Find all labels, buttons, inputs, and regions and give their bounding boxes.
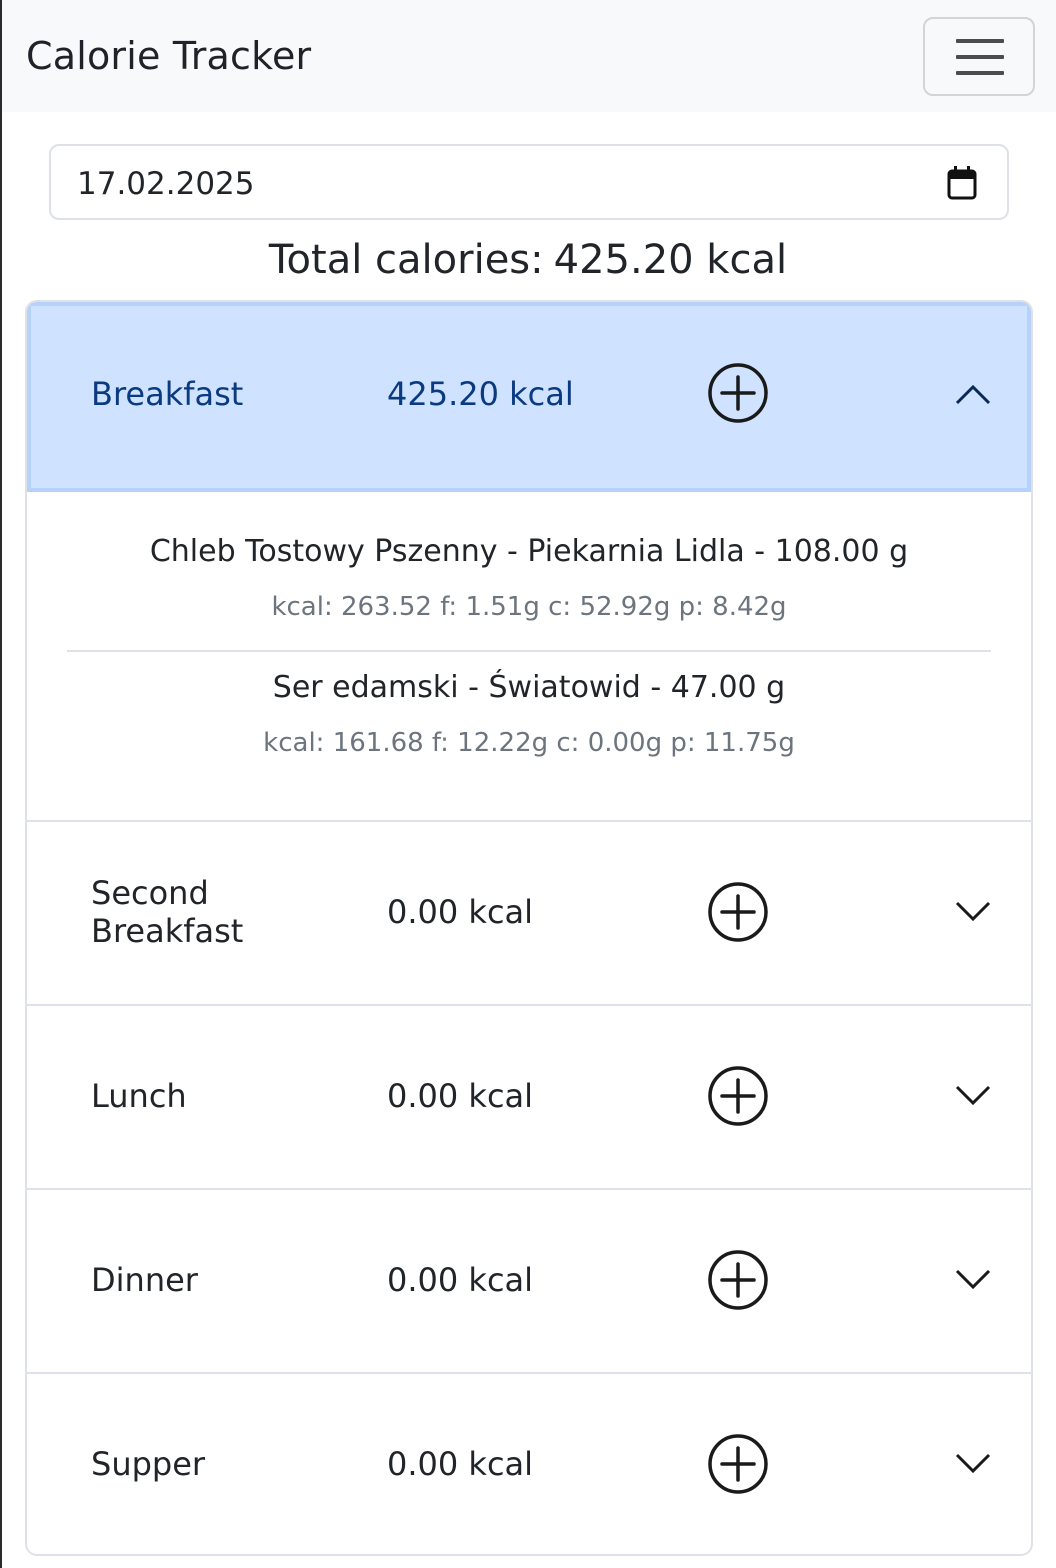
meal-kcal-supper: 0.00 kcal (387, 1445, 534, 1483)
food-macros: kcal: 263.52 f: 1.51g c: 52.92g p: 8.42g (271, 592, 787, 622)
calendar-icon[interactable] (946, 165, 978, 201)
meal-name-lunch: Lunch (91, 1077, 187, 1115)
meal-name-breakfast: Breakfast (91, 375, 244, 413)
date-input[interactable]: 17.02.2025 (49, 144, 1009, 220)
meal-name-supper: Supper (91, 1445, 206, 1483)
menu-toggle-button[interactable] (923, 17, 1035, 96)
meal-kcal-dinner: 0.00 kcal (387, 1261, 534, 1299)
total-calories-value: 425.20 kcal (553, 237, 788, 283)
food-divider (67, 650, 991, 652)
meal-name-second-breakfast: Second Breakfast (91, 874, 244, 950)
meal-header-breakfast[interactable]: Breakfast 425.20 kcal (27, 302, 1031, 492)
meals-accordion: Breakfast 425.20 kcal Chleb Tostowy Psze… (25, 300, 1033, 1556)
app-title[interactable]: Calorie Tracker (26, 32, 311, 80)
hamburger-icon-bar (956, 71, 1004, 75)
chevron-down-icon[interactable] (955, 1085, 991, 1107)
add-food-supper-plus-circle-icon[interactable] (707, 1433, 769, 1495)
chevron-down-icon[interactable] (955, 1453, 991, 1475)
food-item[interactable]: Chleb Tostowy Pszenny - Piekarnia Lidla … (67, 532, 991, 624)
meal-kcal-second-breakfast: 0.00 kcal (387, 893, 534, 931)
navbar: Calorie Tracker (2, 0, 1056, 112)
meal-kcal-lunch: 0.00 kcal (387, 1077, 534, 1115)
add-food-lunch-plus-circle-icon[interactable] (707, 1065, 769, 1127)
food-item[interactable]: Ser edamski - Światowid - 47.00 g kcal: … (67, 668, 991, 760)
add-food-dinner-plus-circle-icon[interactable] (707, 1249, 769, 1311)
breakfast-food-list: Chleb Tostowy Pszenny - Piekarnia Lidla … (27, 492, 1031, 822)
date-value: 17.02.2025 (77, 166, 255, 202)
meal-name-dinner: Dinner (91, 1261, 198, 1299)
meal-header-second-breakfast[interactable]: Second Breakfast 0.00 kcal (27, 822, 1031, 1004)
add-food-breakfast-plus-circle-icon[interactable] (707, 362, 769, 424)
chevron-down-icon[interactable] (955, 901, 991, 923)
food-title: Chleb Tostowy Pszenny - Piekarnia Lidla … (149, 534, 909, 569)
meal-header-lunch[interactable]: Lunch 0.00 kcal (27, 1006, 1031, 1188)
hamburger-icon-bar (956, 55, 1004, 59)
food-macros: kcal: 161.68 f: 12.22g c: 0.00g p: 11.75… (263, 728, 795, 758)
chevron-up-icon[interactable] (955, 383, 991, 405)
total-calories: Total calories: 425.20 kcal (0, 234, 1056, 286)
meal-header-supper[interactable]: Supper 0.00 kcal (27, 1374, 1031, 1554)
total-calories-label: Total calories: (268, 237, 544, 283)
add-food-second-breakfast-plus-circle-icon[interactable] (707, 881, 769, 943)
meal-header-dinner[interactable]: Dinner 0.00 kcal (27, 1190, 1031, 1372)
meal-kcal-breakfast: 425.20 kcal (387, 375, 574, 413)
hamburger-icon (956, 39, 1004, 43)
chevron-down-icon[interactable] (955, 1269, 991, 1291)
food-title: Ser edamski - Światowid - 47.00 g (272, 670, 786, 705)
